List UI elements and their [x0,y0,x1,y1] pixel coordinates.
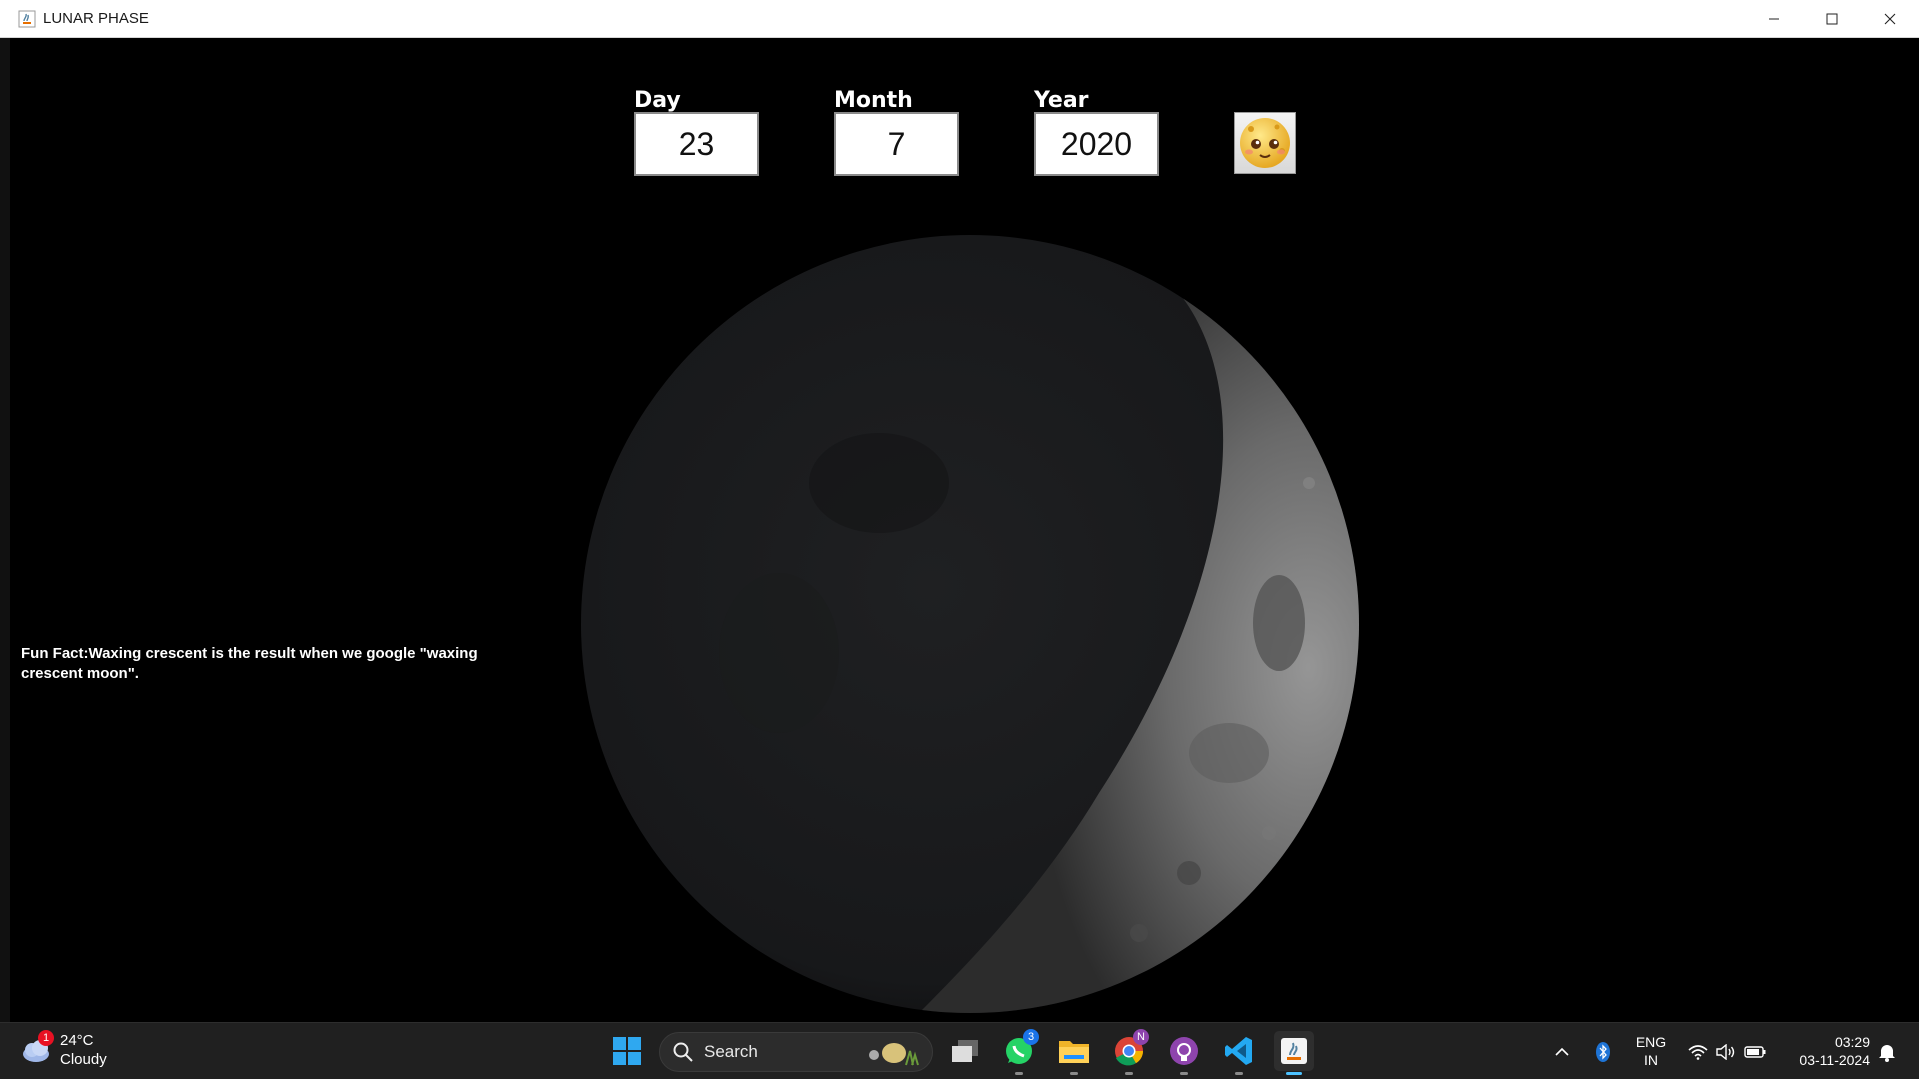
notification-button[interactable] [1872,1023,1902,1079]
bluetooth-icon [1596,1041,1610,1062]
weather-temp: 24°C [60,1032,94,1049]
github-desktop-button[interactable] [1164,1031,1204,1075]
weather-badge: 1 [38,1030,54,1046]
running-indicator [1235,1072,1243,1075]
window-title: LUNAR PHASE [43,10,149,27]
day-input[interactable]: 23 [634,112,759,176]
wifi-button[interactable] [1683,1023,1713,1079]
search-icon [673,1042,693,1062]
close-button[interactable] [1861,0,1919,38]
search-highlight-icon [869,1043,919,1066]
chrome-profile-badge: N [1133,1029,1149,1045]
running-indicator [1070,1072,1078,1075]
taskbar: 1 24°C Cloudy Search 3 N ENG IN 03:29 03… [0,1022,1919,1079]
smiling-moon-icon [1240,118,1290,168]
battery-button[interactable] [1740,1023,1770,1079]
battery-icon [1744,1045,1766,1058]
region-code: IN [1644,1052,1658,1068]
weather-widget[interactable]: 1 24°C Cloudy [20,1030,107,1069]
java-app-taskbar-button[interactable] [1274,1031,1314,1075]
maximize-icon [1826,13,1838,25]
month-input[interactable]: 7 [834,112,959,176]
wifi-icon [1688,1044,1708,1060]
language-code: ENG [1635,1034,1667,1050]
vscode-icon [1225,1037,1252,1065]
minimize-button[interactable] [1745,0,1803,38]
vscode-button[interactable] [1219,1031,1259,1075]
show-hidden-icons-button[interactable] [1547,1023,1577,1079]
lunar-phase-panel: Day 23 Month 7 Year 2020 Fun Fact:Waxing… [10,38,1919,1022]
language-indicator[interactable]: ENG IN [1626,1033,1676,1069]
title-bar: LUNAR PHASE [0,0,1919,38]
maximize-button[interactable] [1803,0,1861,38]
search-label: Search [704,1042,758,1061]
java-icon [1281,1038,1307,1064]
folder-icon [1059,1041,1089,1063]
moon-phase-image [579,233,1361,1015]
whatsapp-badge: 3 [1023,1029,1039,1045]
active-indicator [1286,1072,1302,1075]
running-indicator [1180,1072,1188,1075]
minimize-icon [1769,18,1779,20]
running-indicator [1125,1072,1133,1075]
java-app-icon [17,9,37,29]
volume-button[interactable] [1711,1023,1741,1079]
day-label: Day [634,88,681,113]
window-left-edge [0,38,10,1022]
task-view-icon [952,1040,978,1062]
cloud-icon: 1 [20,1030,54,1064]
task-view-button[interactable] [945,1031,985,1071]
system-clock[interactable]: 03:29 03-11-2024 [1770,1033,1870,1069]
year-label: Year [1034,88,1089,113]
running-indicator [1015,1072,1023,1075]
windows-icon [613,1037,641,1065]
speaker-icon [1716,1043,1735,1060]
whatsapp-button[interactable]: 3 [999,1029,1039,1075]
close-icon [1884,13,1896,25]
bell-icon [1879,1044,1895,1062]
start-button[interactable] [607,1031,647,1071]
github-icon [1170,1037,1198,1065]
calculate-phase-button[interactable] [1234,112,1296,174]
file-explorer-button[interactable] [1054,1031,1094,1075]
clock-time: 03:29 [1834,1034,1870,1050]
clock-date: 03-11-2024 [1799,1052,1870,1068]
weather-condition: Cloudy [60,1051,107,1068]
chrome-button[interactable]: N [1109,1029,1149,1075]
year-input[interactable]: 2020 [1034,112,1159,176]
taskbar-search[interactable]: Search [659,1032,933,1072]
chevron-up-icon [1555,1047,1569,1056]
bluetooth-button[interactable] [1588,1023,1618,1079]
fun-fact-text: Fun Fact:Waxing crescent is the result w… [21,645,478,682]
month-label: Month [834,88,913,113]
